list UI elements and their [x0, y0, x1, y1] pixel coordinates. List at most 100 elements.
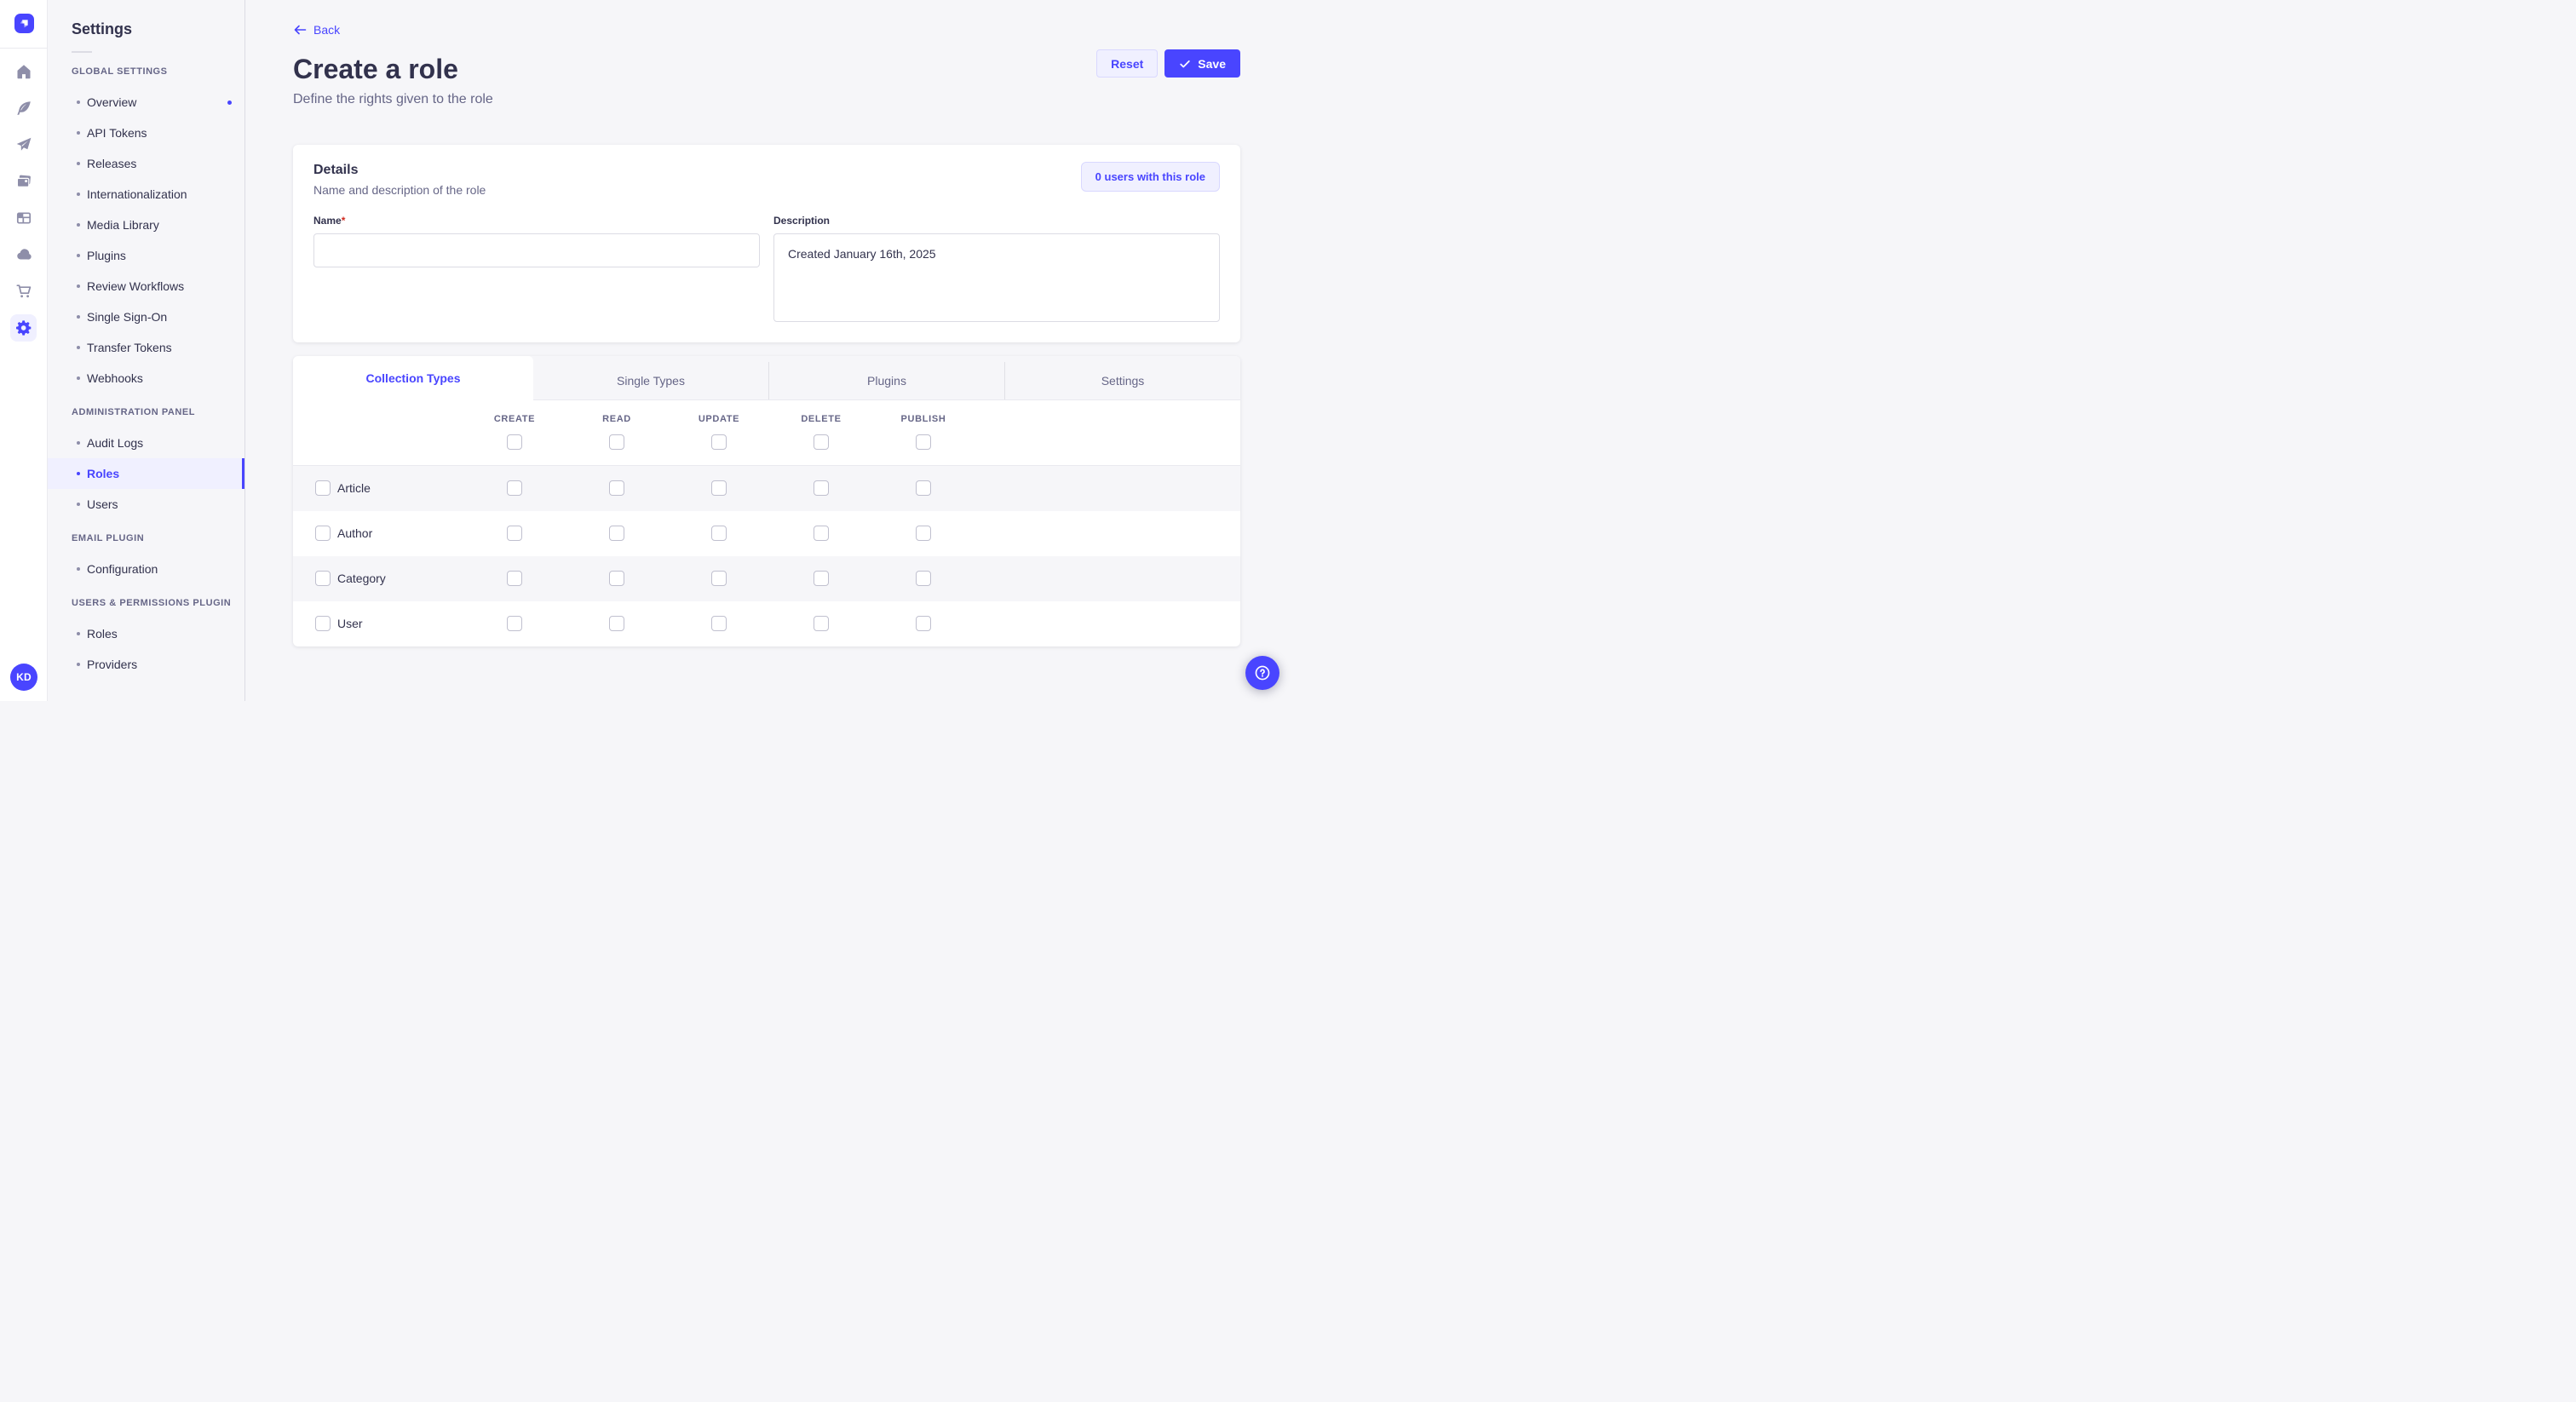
- nav-list-global: Overview API Tokens Releases Internation…: [48, 87, 244, 394]
- users-with-role-button[interactable]: 0 users with this role: [1081, 162, 1220, 192]
- content-type-builder-icon[interactable]: [10, 204, 37, 232]
- bullet-icon: [77, 632, 80, 635]
- sidebar-item-users[interactable]: Users: [48, 489, 244, 520]
- select-all-read-checkbox[interactable]: [609, 434, 624, 450]
- row-user-first-cell: User: [293, 616, 463, 631]
- select-all-delete-checkbox[interactable]: [814, 434, 829, 450]
- sidebar-item-media-library[interactable]: Media Library: [48, 210, 244, 240]
- user-avatar[interactable]: KD: [10, 664, 37, 691]
- category-update-checkbox[interactable]: [711, 571, 727, 586]
- row-article-checkbox[interactable]: [315, 480, 331, 496]
- sidebar-item-up-roles[interactable]: Roles: [48, 618, 244, 649]
- save-button[interactable]: Save: [1164, 49, 1240, 78]
- article-delete-checkbox[interactable]: [814, 480, 829, 496]
- name-label-text: Name: [313, 215, 342, 227]
- bullet-icon: [77, 567, 80, 571]
- sidebar-item-internationalization[interactable]: Internationalization: [48, 179, 244, 210]
- releases-icon[interactable]: [10, 131, 37, 158]
- category-publish-checkbox[interactable]: [916, 571, 931, 586]
- select-all-create-checkbox[interactable]: [507, 434, 522, 450]
- deploy-cloud-icon[interactable]: [10, 241, 37, 268]
- bullet-icon: [77, 503, 80, 506]
- sidebar-item-roles-active[interactable]: Roles: [48, 458, 244, 489]
- row-user-checkbox[interactable]: [315, 616, 331, 631]
- settings-gear-icon[interactable]: [10, 314, 37, 342]
- sidebar-item-label: Users: [87, 497, 118, 511]
- reset-button[interactable]: Reset: [1096, 49, 1158, 78]
- sidebar-item-plugins[interactable]: Plugins: [48, 240, 244, 271]
- bullet-icon: [77, 192, 80, 196]
- sidebar-item-transfer-tokens[interactable]: Transfer Tokens: [48, 332, 244, 363]
- sidebar-item-label: Configuration: [87, 562, 158, 576]
- sidebar-item-label: Webhooks: [87, 371, 143, 385]
- user-read-checkbox[interactable]: [609, 616, 624, 631]
- select-all-update-checkbox[interactable]: [711, 434, 727, 450]
- author-read-checkbox[interactable]: [609, 526, 624, 541]
- tab-collection-types[interactable]: Collection Types: [293, 356, 533, 400]
- sidebar-item-api-tokens[interactable]: API Tokens: [48, 118, 244, 148]
- article-publish-checkbox[interactable]: [916, 480, 931, 496]
- nav-list-email: Configuration: [48, 554, 244, 584]
- strapi-logo-mark: [18, 17, 31, 30]
- sidebar-item-releases[interactable]: Releases: [48, 148, 244, 179]
- row-author-checkbox[interactable]: [315, 526, 331, 541]
- strapi-logo[interactable]: [14, 14, 34, 33]
- sidebar-item-label: Overview: [87, 95, 136, 109]
- name-input[interactable]: [313, 233, 760, 267]
- user-publish-checkbox[interactable]: [916, 616, 931, 631]
- tab-plugins[interactable]: Plugins: [768, 362, 1004, 399]
- description-label: Description: [773, 215, 830, 227]
- help-button[interactable]: [1245, 656, 1279, 690]
- sidebar-item-audit-logs[interactable]: Audit Logs: [48, 428, 244, 458]
- row-category-checkbox[interactable]: [315, 571, 331, 586]
- article-read-checkbox[interactable]: [609, 480, 624, 496]
- category-create-checkbox[interactable]: [507, 571, 522, 586]
- nav-list-users-permissions: Roles Providers: [48, 618, 244, 680]
- section-users-permissions-plugin: USERS & PERMISSIONS PLUGIN: [72, 598, 244, 608]
- select-all-publish-checkbox[interactable]: [916, 434, 931, 450]
- row-label: Category: [337, 572, 386, 585]
- tab-single-types[interactable]: Single Types: [533, 362, 768, 399]
- section-global-settings: GLOBAL SETTINGS: [72, 66, 244, 77]
- content-manager-icon[interactable]: [10, 95, 37, 122]
- rail-divider: [0, 48, 47, 49]
- article-create-checkbox[interactable]: [507, 480, 522, 496]
- bullet-icon: [77, 663, 80, 666]
- sidebar-item-label: API Tokens: [87, 126, 147, 140]
- back-link[interactable]: Back: [293, 22, 340, 37]
- bullet-icon: [77, 472, 80, 475]
- sidebar-item-review-workflows[interactable]: Review Workflows: [48, 271, 244, 302]
- category-read-checkbox[interactable]: [609, 571, 624, 586]
- marketplace-cart-icon[interactable]: [10, 278, 37, 305]
- user-create-checkbox[interactable]: [507, 616, 522, 631]
- home-icon[interactable]: [10, 58, 37, 85]
- sidebar-item-overview[interactable]: Overview: [48, 87, 244, 118]
- sidebar-item-single-sign-on[interactable]: Single Sign-On: [48, 302, 244, 332]
- nav-list-admin: Audit Logs Roles Users: [48, 428, 244, 520]
- media-library-icon[interactable]: [10, 168, 37, 195]
- bullet-icon: [77, 162, 80, 165]
- user-update-checkbox[interactable]: [711, 616, 727, 631]
- description-textarea[interactable]: Created January 16th, 2025: [773, 233, 1220, 322]
- sidebar-item-providers[interactable]: Providers: [48, 649, 244, 680]
- article-update-checkbox[interactable]: [711, 480, 727, 496]
- sidebar-item-label: Plugins: [87, 249, 126, 262]
- sidebar-item-label: Review Workflows: [87, 279, 184, 293]
- header-actions: Reset Save: [1096, 49, 1240, 78]
- sidebar-item-configuration[interactable]: Configuration: [48, 554, 244, 584]
- notification-dot: [227, 101, 232, 105]
- row-author-first-cell: Author: [293, 526, 463, 541]
- sidebar-item-label: Internationalization: [87, 187, 187, 201]
- category-delete-checkbox[interactable]: [814, 571, 829, 586]
- tab-settings[interactable]: Settings: [1004, 362, 1240, 399]
- name-field-group: Name*: [313, 213, 760, 322]
- author-delete-checkbox[interactable]: [814, 526, 829, 541]
- user-delete-checkbox[interactable]: [814, 616, 829, 631]
- save-label: Save: [1198, 57, 1226, 71]
- author-create-checkbox[interactable]: [507, 526, 522, 541]
- row-category-first-cell: Category: [293, 571, 463, 586]
- sidebar-item-webhooks[interactable]: Webhooks: [48, 363, 244, 394]
- author-update-checkbox[interactable]: [711, 526, 727, 541]
- author-publish-checkbox[interactable]: [916, 526, 931, 541]
- select-all-row: [293, 434, 1240, 450]
